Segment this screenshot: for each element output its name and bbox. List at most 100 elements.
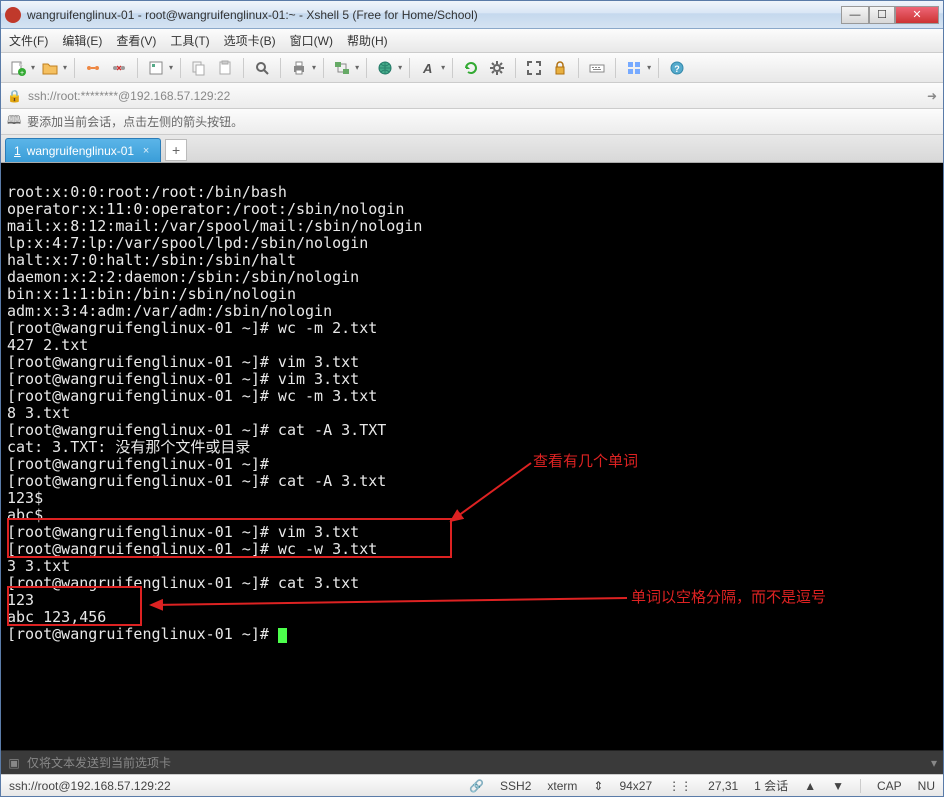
address-url[interactable]: ssh://root:********@192.168.57.129:22 bbox=[28, 89, 921, 103]
terminal-line: [root@wangruifenglinux-01 ~]# cat -A 3.T… bbox=[7, 421, 386, 439]
transfer-icon[interactable] bbox=[331, 57, 353, 79]
terminal-line: [root@wangruifenglinux-01 ~]# vim 3.txt bbox=[7, 353, 359, 371]
app-icon bbox=[5, 7, 21, 23]
keyboard-icon[interactable] bbox=[586, 57, 608, 79]
annotation-text-1: 查看有几个单词 bbox=[533, 453, 638, 470]
status-size: 94x27 bbox=[619, 779, 652, 793]
titlebar: wangruifenglinux-01 - root@wangruifengli… bbox=[1, 1, 943, 29]
menu-view[interactable]: 查看(V) bbox=[116, 32, 156, 49]
menubar: 文件(F) 编辑(E) 查看(V) 工具(T) 选项卡(B) 窗口(W) 帮助(… bbox=[1, 29, 943, 53]
dropdown-arrow-icon[interactable]: ▾ bbox=[647, 63, 651, 72]
terminal-line: [root@wangruifenglinux-01 ~]# wc -m 2.tx… bbox=[7, 319, 377, 337]
menu-help[interactable]: 帮助(H) bbox=[347, 32, 388, 49]
tab-close-icon[interactable]: × bbox=[140, 145, 152, 157]
terminal-line: 3 3.txt bbox=[7, 557, 70, 575]
address-bar: 🔒 ssh://root:********@192.168.57.129:22 … bbox=[1, 83, 943, 109]
status-sessions: 1 会话 bbox=[754, 777, 788, 794]
paste-icon[interactable] bbox=[214, 57, 236, 79]
menu-edit[interactable]: 编辑(E) bbox=[62, 32, 102, 49]
status-pos: 27,31 bbox=[708, 779, 738, 793]
close-button[interactable]: ✕ bbox=[895, 6, 939, 24]
terminal-line: [root@wangruifenglinux-01 ~]# cat -A 3.t… bbox=[7, 472, 386, 490]
terminal-line: bin:x:1:1:bin:/bin:/sbin/nologin bbox=[7, 285, 296, 303]
terminal-line: operator:x:11:0:operator:/root:/sbin/nol… bbox=[7, 200, 404, 218]
bookmark-icon[interactable]: 🕮 bbox=[7, 111, 21, 132]
terminal-line: [root@wangruifenglinux-01 ~]# bbox=[7, 625, 278, 643]
annotation-text-2: 单词以空格分隔，而不是逗号 bbox=[631, 589, 826, 606]
dropdown-arrow-icon[interactable]: ▾ bbox=[312, 63, 316, 72]
info-hint-text: 要添加当前会话，点击左侧的箭头按钮。 bbox=[27, 113, 243, 130]
refresh-icon[interactable] bbox=[460, 57, 482, 79]
terminal-line: lp:x:4:7:lp:/var/spool/lpd:/sbin/nologin bbox=[7, 234, 368, 252]
status-url: ssh://root@192.168.57.129:22 bbox=[9, 779, 171, 793]
dropdown-arrow-icon[interactable]: ▾ bbox=[355, 63, 359, 72]
tab-bar: 1 wangruifenglinux-01 × + bbox=[1, 135, 943, 163]
svg-text:?: ? bbox=[674, 64, 680, 74]
terminal[interactable]: root:x:0:0:root:/root:/bin/bash operator… bbox=[1, 163, 943, 750]
terminal-line: 123 bbox=[7, 591, 34, 609]
tab-label: wangruifenglinux-01 bbox=[27, 144, 134, 158]
connect-icon[interactable] bbox=[82, 57, 104, 79]
dropdown-arrow-icon[interactable]: ▾ bbox=[31, 63, 35, 72]
terminal-line: cat: 3.TXT: 没有那个文件或目录 bbox=[7, 438, 250, 456]
send-bar: ▣ 仅将文本发送到当前选项卡 ▾ bbox=[1, 750, 943, 774]
send-dropdown-icon[interactable]: ▾ bbox=[931, 756, 937, 770]
window-buttons: — ☐ ✕ bbox=[841, 6, 939, 24]
tab-number: 1 bbox=[14, 144, 21, 158]
sessions-down-icon: ▼ bbox=[832, 779, 844, 793]
menu-tools[interactable]: 工具(T) bbox=[170, 32, 209, 49]
dropdown-arrow-icon[interactable]: ▾ bbox=[169, 63, 173, 72]
menu-window[interactable]: 窗口(W) bbox=[290, 32, 333, 49]
terminal-line: halt:x:7:0:halt:/sbin:/sbin/halt bbox=[7, 251, 296, 269]
lock-icon: 🔒 bbox=[7, 89, 22, 103]
lock-icon[interactable] bbox=[549, 57, 571, 79]
menu-options[interactable]: 选项卡(B) bbox=[224, 32, 276, 49]
new-file-icon[interactable]: + bbox=[7, 57, 29, 79]
status-protocol: SSH2 bbox=[500, 779, 531, 793]
terminal-line: daemon:x:2:2:daemon:/sbin:/sbin/nologin bbox=[7, 268, 359, 286]
help-icon[interactable]: ? bbox=[666, 57, 688, 79]
profile-icon[interactable] bbox=[145, 57, 167, 79]
terminal-line: [root@wangruifenglinux-01 ~]# vim 3.txt bbox=[7, 370, 359, 388]
disconnect-icon[interactable] bbox=[108, 57, 130, 79]
search-icon[interactable] bbox=[251, 57, 273, 79]
dropdown-arrow-icon[interactable]: ▾ bbox=[63, 63, 67, 72]
tab-add-button[interactable]: + bbox=[165, 139, 187, 161]
terminal-line: abc 123,456 bbox=[7, 608, 106, 626]
window-title: wangruifenglinux-01 - root@wangruifengli… bbox=[27, 8, 841, 22]
toolbar: + ▾ ▾ ▾ ▾ ▾ ▾ A ▾ ▾ bbox=[1, 53, 943, 83]
terminal-line: abc$ bbox=[7, 506, 43, 524]
terminal-line: 123$ bbox=[7, 489, 43, 507]
maximize-button[interactable]: ☐ bbox=[869, 6, 895, 24]
dropdown-arrow-icon[interactable]: ▾ bbox=[398, 63, 402, 72]
go-arrow-icon[interactable]: ➜ bbox=[927, 89, 937, 103]
session-tab[interactable]: 1 wangruifenglinux-01 × bbox=[5, 138, 161, 162]
pos-icon: ⋮⋮ bbox=[668, 779, 692, 793]
terminal-line: [root@wangruifenglinux-01 ~]# cat 3.txt bbox=[7, 574, 359, 592]
print-icon[interactable] bbox=[288, 57, 310, 79]
send-icon[interactable]: ▣ bbox=[7, 756, 21, 770]
send-placeholder[interactable]: 仅将文本发送到当前选项卡 bbox=[27, 754, 171, 771]
terminal-line: [root@wangruifenglinux-01 ~]# bbox=[7, 455, 278, 473]
status-caps: CAP bbox=[877, 779, 902, 793]
status-term: xterm bbox=[547, 779, 577, 793]
dropdown-arrow-icon[interactable]: ▾ bbox=[441, 63, 445, 72]
minimize-button[interactable]: — bbox=[841, 6, 869, 24]
menu-file[interactable]: 文件(F) bbox=[9, 32, 48, 49]
layout-icon[interactable] bbox=[623, 57, 645, 79]
status-bar: ssh://root@192.168.57.129:22 🔗 SSH2 xter… bbox=[1, 774, 943, 796]
info-bar: 🕮 要添加当前会话，点击左侧的箭头按钮。 bbox=[1, 109, 943, 135]
copy-icon[interactable] bbox=[188, 57, 210, 79]
fullscreen-icon[interactable] bbox=[523, 57, 545, 79]
terminal-line: root:x:0:0:root:/root:/bin/bash bbox=[7, 183, 287, 201]
link-icon: 🔗 bbox=[469, 779, 484, 793]
terminal-line: mail:x:8:12:mail:/var/spool/mail:/sbin/n… bbox=[7, 217, 422, 235]
terminal-line: 427 2.txt bbox=[7, 336, 88, 354]
open-folder-icon[interactable] bbox=[39, 57, 61, 79]
svg-text:+: + bbox=[20, 70, 24, 76]
globe-icon[interactable] bbox=[374, 57, 396, 79]
terminal-line: [root@wangruifenglinux-01 ~]# wc -w 3.tx… bbox=[7, 540, 377, 558]
font-icon[interactable]: A bbox=[417, 57, 439, 79]
gear-icon[interactable] bbox=[486, 57, 508, 79]
svg-text:A: A bbox=[422, 61, 432, 76]
